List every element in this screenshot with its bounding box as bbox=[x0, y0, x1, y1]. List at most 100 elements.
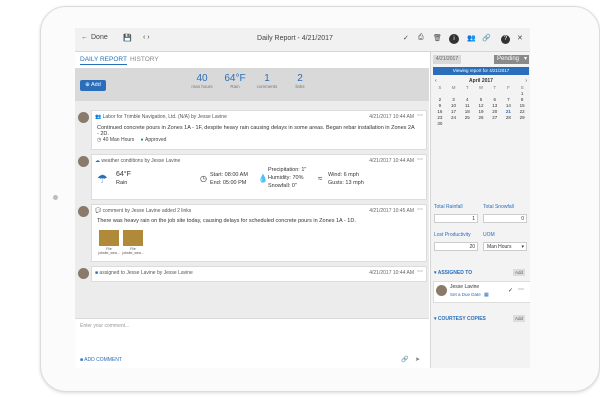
assigned-to-header[interactable]: ▾ ASSIGNED TO bbox=[434, 270, 472, 276]
people-icon[interactable]: 👥 bbox=[467, 34, 476, 42]
labor-chips: ◷ 40 Man Hours ● Approved bbox=[97, 137, 166, 143]
calendar-day[interactable]: 2 bbox=[433, 97, 447, 102]
courtesy-copies-header[interactable]: ▾ COURTESY COPIES bbox=[434, 316, 486, 322]
check-icon[interactable]: ✓ bbox=[508, 287, 513, 294]
rain-cloud-icon: ☂ bbox=[97, 172, 108, 186]
add-comment-label: ADD COMMENT bbox=[84, 357, 122, 363]
calendar-day[interactable]: 16 bbox=[433, 109, 447, 114]
delete-icon[interactable]: 🗑 bbox=[433, 34, 442, 42]
prev-next-icon[interactable]: ‹ › bbox=[143, 34, 150, 41]
send-icon[interactable]: ➤ bbox=[415, 356, 420, 363]
calendar-day[interactable]: 13 bbox=[488, 103, 502, 108]
calendar-day[interactable]: 9 bbox=[433, 103, 447, 108]
check-icon[interactable]: ✓ bbox=[403, 34, 409, 42]
assigned-card[interactable]: ■ assigned to Jesse Lavine by Jesse Lavi… bbox=[78, 266, 427, 282]
set-due-date-link[interactable]: Set a Due Date bbox=[450, 292, 481, 297]
print-icon[interactable]: ⎙ bbox=[418, 34, 424, 42]
close-icon[interactable]: ✕ bbox=[517, 34, 523, 42]
calendar-day[interactable]: 3 bbox=[447, 97, 461, 102]
add-courtesy-copy-button[interactable]: Add bbox=[513, 315, 525, 322]
avatar bbox=[78, 268, 89, 279]
uom-label: UOM bbox=[483, 232, 495, 238]
precipitation: Precipitation: 1" bbox=[268, 167, 307, 173]
calendar-day[interactable]: 15 bbox=[515, 103, 529, 108]
calendar-day[interactable]: 19 bbox=[474, 109, 488, 114]
labor-card[interactable]: 👥 Labor for Trimble Navigation, Ltd. (N/… bbox=[78, 110, 427, 150]
weekday-label: M bbox=[451, 85, 456, 90]
more-icon[interactable]: ⋯ bbox=[417, 156, 423, 163]
calendar-day[interactable]: 8 bbox=[515, 97, 529, 102]
tab-daily-report[interactable]: DAILY REPORT bbox=[80, 56, 127, 65]
total-snowfall-input[interactable]: 0 bbox=[483, 214, 527, 223]
calendar-day[interactable]: 27 bbox=[488, 115, 502, 120]
more-icon[interactable]: ⋯ bbox=[417, 268, 423, 275]
more-icon[interactable]: ⋯ bbox=[417, 206, 423, 213]
calendar-day[interactable]: 30 bbox=[433, 121, 447, 126]
card-header-text: weather conditions by Jesse Lavine bbox=[101, 158, 181, 164]
lost-productivity-input[interactable]: 20 bbox=[434, 242, 478, 251]
weekday-label: F bbox=[507, 85, 510, 90]
done-button[interactable]: Done bbox=[91, 34, 108, 41]
calendar-day[interactable]: 7 bbox=[502, 97, 516, 102]
card-header: ■ assigned to Jesse Lavine by Jesse Lavi… bbox=[95, 270, 193, 276]
weather-card[interactable]: ☁ weather conditions by Jesse Lavine 4/2… bbox=[78, 154, 427, 200]
total-rainfall-input[interactable]: 1 bbox=[434, 214, 478, 223]
calendar-day[interactable]: 4 bbox=[460, 97, 474, 102]
calendar-day[interactable]: 18 bbox=[460, 109, 474, 114]
calendar-empty bbox=[447, 121, 461, 126]
more-icon[interactable]: ⋯ bbox=[417, 112, 423, 119]
calendar-day[interactable]: 20 bbox=[488, 109, 502, 114]
back-arrow-icon[interactable]: ← bbox=[81, 34, 88, 41]
status-value: Pending bbox=[497, 56, 520, 62]
comment-input[interactable]: Enter your comment... bbox=[80, 323, 129, 329]
courtesy-copies-label: COURTESY COPIES bbox=[437, 316, 486, 322]
add-comment-button[interactable]: ■ ADD COMMENT bbox=[80, 357, 122, 363]
calendar-day[interactable]: 21 bbox=[502, 109, 516, 114]
status-select[interactable]: Pending ▾ bbox=[494, 55, 529, 64]
calendar-day[interactable]: 14 bbox=[502, 103, 516, 108]
status-badge: Approved bbox=[145, 137, 167, 143]
date-field[interactable]: 4/21/2017 bbox=[433, 55, 461, 64]
calendar-day[interactable]: 1 bbox=[515, 91, 529, 96]
calendar-day[interactable]: 10 bbox=[447, 103, 461, 108]
calendar-day[interactable]: 29 bbox=[515, 115, 529, 120]
assignee-name: Jesse Lavine bbox=[450, 284, 480, 290]
app-screen: ← Done 💾 ‹ › Daily Report - 4/21/2017 ✓ … bbox=[75, 28, 530, 368]
avatar bbox=[78, 112, 89, 123]
calendar-day[interactable]: 23 bbox=[433, 115, 447, 120]
photo-thumbnail[interactable] bbox=[99, 230, 119, 246]
calendar-day[interactable]: 24 bbox=[447, 115, 461, 120]
calendar-day[interactable]: 28 bbox=[502, 115, 516, 120]
approved-icon: ● bbox=[140, 137, 144, 143]
next-month-icon[interactable]: › bbox=[525, 77, 527, 85]
comment-composer: Enter your comment... ■ ADD COMMENT 🔗 ➤ bbox=[75, 318, 429, 368]
card-header: ☁ weather conditions by Jesse Lavine bbox=[95, 158, 180, 164]
more-icon[interactable]: ⋯ bbox=[518, 286, 524, 293]
calendar-day[interactable]: 6 bbox=[488, 97, 502, 102]
help-icon[interactable]: ? bbox=[501, 35, 510, 44]
card-text: There was heavy rain on the job site tod… bbox=[97, 218, 356, 224]
comment-card[interactable]: 💬 comment by Jesse Lavine added 2 links … bbox=[78, 204, 427, 262]
calendar-day[interactable]: 11 bbox=[460, 103, 474, 108]
add-assignee-button[interactable]: Add bbox=[513, 269, 525, 276]
add-button[interactable]: ⊕ Add bbox=[80, 80, 106, 91]
calendar-icon[interactable]: ▦ bbox=[484, 292, 489, 298]
start-time: Start: 08:00 AM bbox=[210, 172, 248, 178]
link-icon[interactable]: 🔗 bbox=[482, 34, 491, 42]
prev-month-icon[interactable]: ‹ bbox=[435, 77, 437, 85]
info-icon[interactable]: i bbox=[449, 34, 459, 44]
calendar-day[interactable]: 12 bbox=[474, 103, 488, 108]
calendar-day[interactable]: 25 bbox=[460, 115, 474, 120]
uom-select[interactable]: Man Hours ▾ bbox=[483, 242, 527, 251]
calendar-day[interactable]: 22 bbox=[515, 109, 529, 114]
calendar-day[interactable]: 26 bbox=[474, 115, 488, 120]
calendar-empty bbox=[474, 91, 488, 96]
tab-history[interactable]: HISTORY bbox=[130, 56, 159, 63]
save-icon[interactable]: 💾 bbox=[123, 34, 132, 42]
weekday-label: W bbox=[478, 85, 484, 90]
link-icon[interactable]: 🔗 bbox=[401, 356, 408, 363]
calendar-day[interactable]: 5 bbox=[474, 97, 488, 102]
card-header: 👥 Labor for Trimble Navigation, Ltd. (N/… bbox=[95, 114, 227, 120]
calendar-day[interactable]: 17 bbox=[447, 109, 461, 114]
photo-thumbnail[interactable] bbox=[123, 230, 143, 246]
